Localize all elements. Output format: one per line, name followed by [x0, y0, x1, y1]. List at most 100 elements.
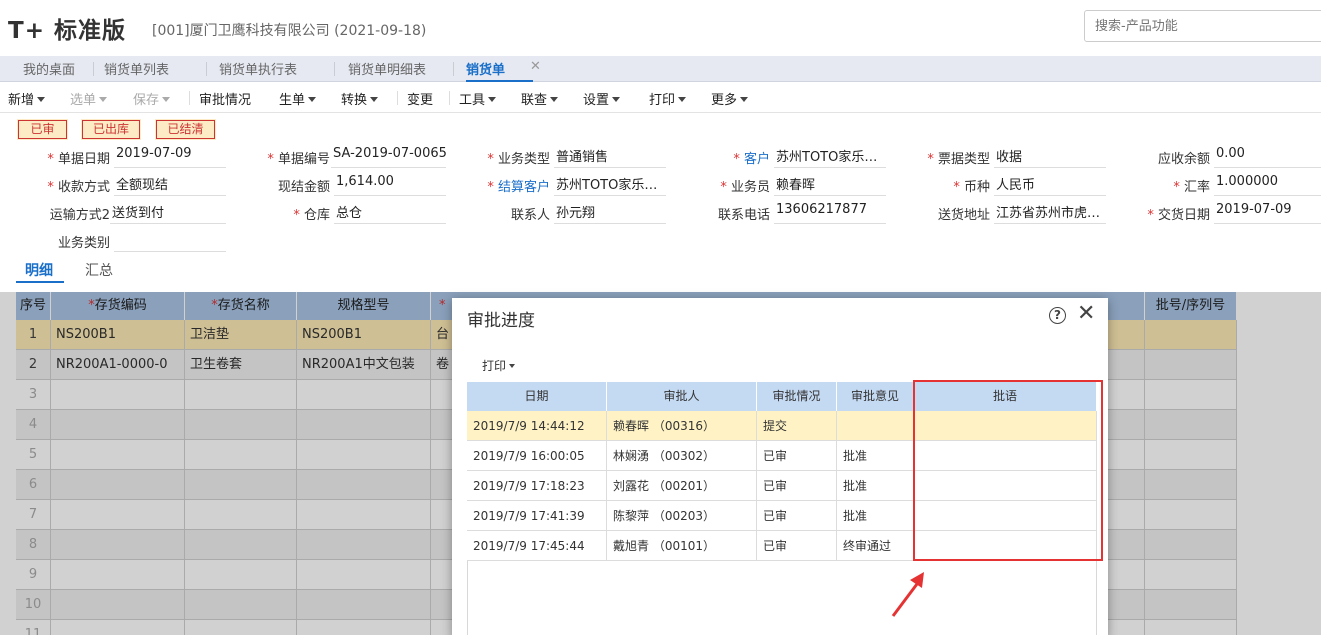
approval-cell-status: 已审: [757, 471, 837, 501]
approval-cell-date: 2019/7/9 16:00:05: [467, 441, 607, 471]
toolbar-change-button[interactable]: 变更: [407, 89, 433, 108]
field-label: * 收款方式: [47, 180, 110, 195]
approval-cell-status: 已审: [757, 531, 837, 561]
code-field[interactable]: SA-2019-07-0065: [331, 146, 446, 168]
tab-sales-detail[interactable]: 销货单明细表: [348, 59, 426, 78]
warehouse-field[interactable]: 总仓: [334, 202, 446, 224]
toolbar-tools-button[interactable]: 工具: [459, 89, 497, 108]
customer-field[interactable]: 苏州TOTO家乐…: [774, 146, 886, 168]
tab-indicator: [16, 281, 64, 283]
delivery-date-field[interactable]: 2019-07-09: [1214, 202, 1321, 224]
address-field[interactable]: 江苏省苏州市虎…: [994, 202, 1106, 224]
approval-cell-approver: 林娴湧 （00302）: [607, 441, 757, 471]
tab-divider: [93, 62, 94, 76]
tab-summary[interactable]: 汇总: [85, 260, 113, 280]
field-label: * 汇率: [1173, 180, 1210, 195]
status-badge-shipped: 已出库: [81, 119, 141, 140]
tab-divider: [334, 62, 335, 76]
toolbar-select-button[interactable]: 选单: [70, 89, 108, 108]
chevron-down-icon: [99, 97, 108, 102]
approval-cell-status: 提交: [757, 411, 837, 441]
phone-field[interactable]: 13606217877: [774, 202, 886, 224]
toolbar-print-button[interactable]: 打印: [649, 89, 687, 108]
approval-cell-opinion: 批准: [837, 471, 914, 501]
toolbar-label: 打印: [649, 93, 676, 108]
toolbar-convert-button[interactable]: 转换: [341, 89, 379, 108]
print-button[interactable]: 打印: [482, 357, 516, 374]
field-label: 应收余额: [1157, 152, 1210, 167]
toolbar-label: 保存: [133, 93, 160, 108]
field-label: * 业务类型: [487, 152, 550, 167]
toolbar-divider: [449, 91, 450, 105]
field-label: 业务类别: [57, 236, 110, 251]
chevron-down-icon: [308, 97, 317, 102]
approval-cell-status: 已审: [757, 441, 837, 471]
app-logo: T+ 标准版: [8, 18, 126, 44]
transport-field[interactable]: 送货到付: [110, 202, 226, 224]
toolbar-label: 联查: [521, 93, 548, 108]
tab-desktop[interactable]: 我的桌面: [23, 59, 75, 78]
field-label: 联系电话: [717, 208, 770, 223]
column-header-approver: 审批人: [607, 382, 757, 411]
column-header-date: 日期: [467, 382, 607, 411]
toolbar-divider: [189, 91, 190, 105]
tab-sales-order[interactable]: 销货单: [466, 59, 534, 82]
approval-cell-date: 2019/7/9 14:44:12: [467, 411, 607, 441]
field-label: 运输方式2: [49, 208, 110, 223]
field-label: * 票据类型: [927, 152, 990, 167]
salesman-field[interactable]: 赖春晖: [774, 174, 886, 196]
field-label[interactable]: * 结算客户: [460, 176, 550, 195]
field-label: 送货地址: [937, 208, 990, 223]
paymethod-field[interactable]: 全额现结: [114, 174, 226, 196]
tab-divider: [453, 62, 454, 76]
cash-field[interactable]: 1,614.00: [334, 174, 446, 196]
date-field[interactable]: 2019-07-09: [114, 146, 226, 168]
biztype-field[interactable]: 普通销售: [554, 146, 666, 168]
field-label[interactable]: * 客户: [680, 148, 770, 167]
status-badge-settled: 已结清: [155, 119, 216, 140]
chevron-down-icon: [550, 97, 559, 102]
tab-sales-exec[interactable]: 销货单执行表: [219, 59, 297, 78]
field-label: * 单据日期: [47, 152, 110, 167]
approval-cell-opinion: 批准: [837, 501, 914, 531]
toolbar-more-button[interactable]: 更多: [711, 89, 749, 108]
rate-field[interactable]: 1.000000: [1214, 174, 1321, 196]
field-label: * 币种: [953, 180, 990, 195]
tab-detail[interactable]: 明细: [25, 260, 53, 280]
settle-customer-field[interactable]: 苏州TOTO家乐…: [554, 174, 666, 196]
approval-cell-approver: 赖春晖 （00316）: [607, 411, 757, 441]
chevron-down-icon: [740, 97, 749, 102]
toolbar-save-button[interactable]: 保存: [133, 89, 171, 108]
approval-cell-approver: 刘露花 （00201）: [607, 471, 757, 501]
toolbar-label: 设置: [583, 93, 610, 108]
invoicetype-field[interactable]: 收据: [994, 146, 1106, 168]
status-badge-approved: 已审: [17, 119, 68, 140]
field-label: * 仓库: [293, 208, 330, 223]
approval-cell-approver: 戴旭青 （00101）: [607, 531, 757, 561]
close-icon[interactable]: ✕: [530, 59, 541, 74]
approval-cell-date: 2019/7/9 17:41:39: [467, 501, 607, 531]
toolbar-approval-button[interactable]: 审批情况: [199, 89, 251, 108]
currency-field[interactable]: 人民币: [994, 174, 1106, 196]
column-header-status: 审批情况: [757, 382, 837, 411]
chevron-down-icon: [678, 97, 687, 102]
toolbar-divider: [397, 91, 398, 105]
chevron-down-icon: [488, 97, 497, 102]
approval-cell-date: 2019/7/9 17:18:23: [467, 471, 607, 501]
chevron-down-icon: [370, 97, 379, 102]
tab-sales-list[interactable]: 销货单列表: [104, 59, 169, 78]
search-input[interactable]: [1084, 10, 1321, 42]
toolbar-new-button[interactable]: 新增: [8, 89, 46, 108]
toolbar-settings-button[interactable]: 设置: [583, 89, 621, 108]
contact-field[interactable]: 孙元翔: [554, 202, 666, 224]
help-icon[interactable]: ?: [1049, 307, 1066, 324]
approval-cell-opinion: 批准: [837, 441, 914, 471]
chevron-down-icon: [37, 97, 46, 102]
chevron-down-icon: [612, 97, 621, 102]
close-icon[interactable]: ✕: [1077, 301, 1095, 326]
toolbar-generate-button[interactable]: 生单: [279, 89, 317, 108]
tab-divider: [206, 62, 207, 76]
category-field[interactable]: [114, 230, 226, 252]
toolbar-query-button[interactable]: 联查: [521, 89, 559, 108]
print-label: 打印: [482, 359, 507, 373]
